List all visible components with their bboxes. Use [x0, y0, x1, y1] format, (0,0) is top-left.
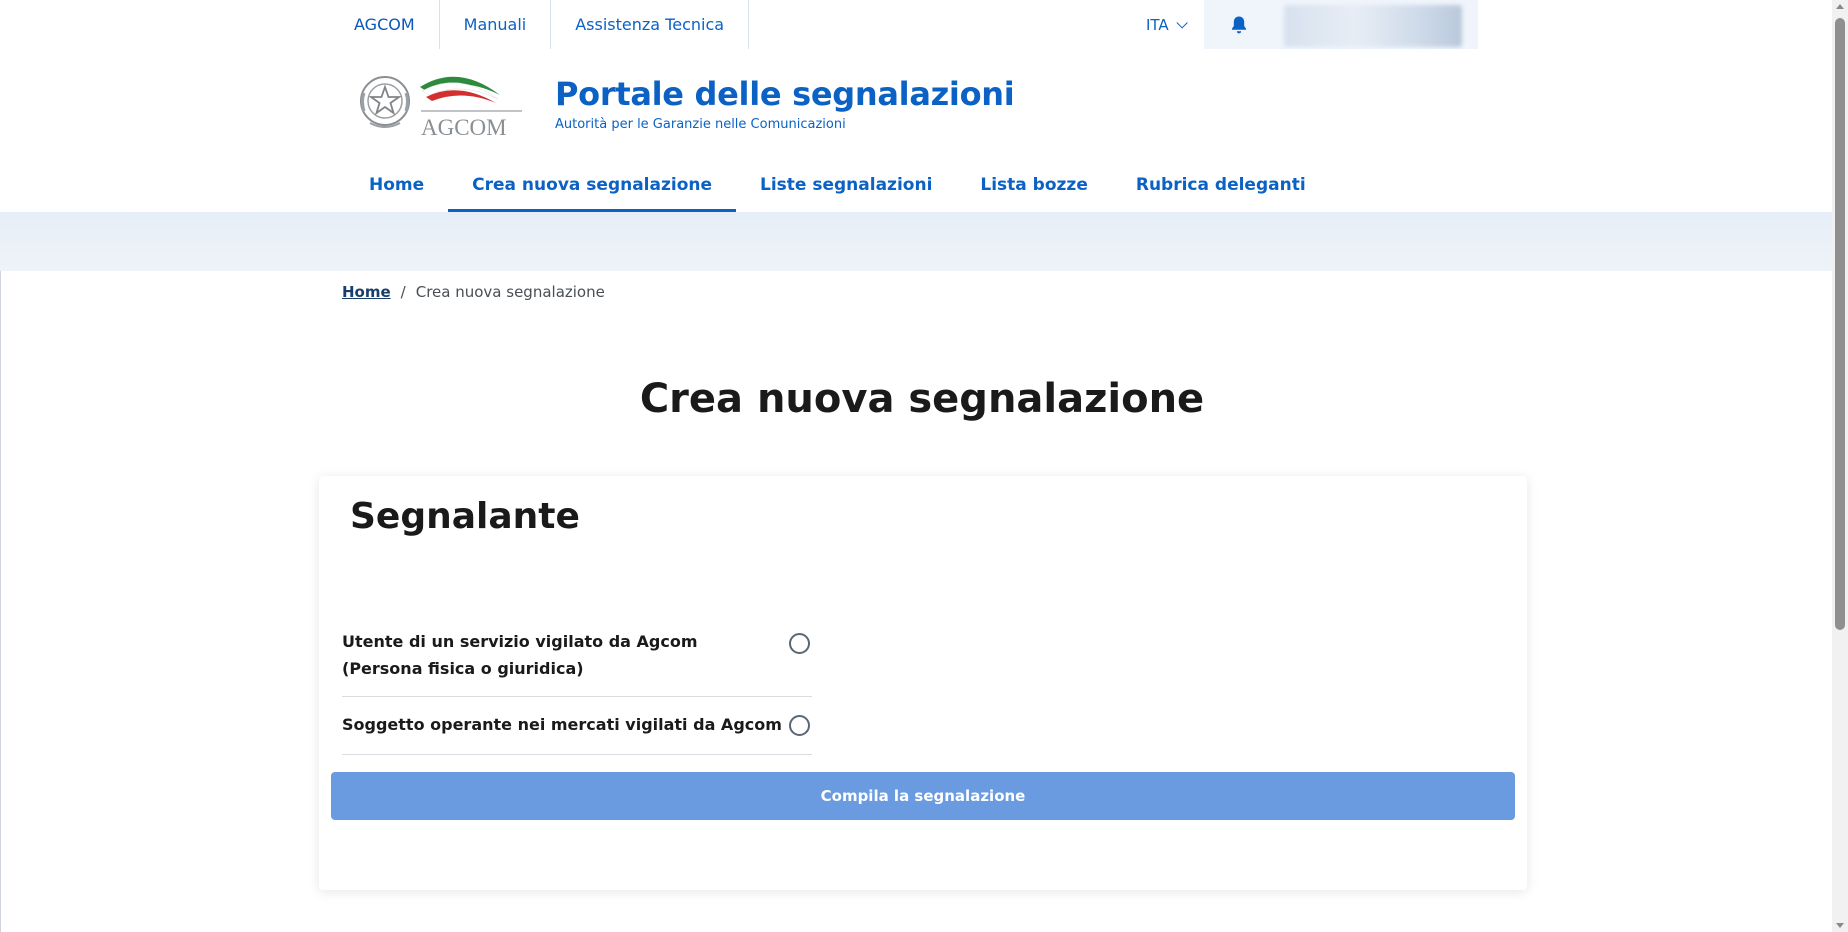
- breadcrumb: Home / Crea nuova segnalazione: [342, 283, 605, 301]
- breadcrumb-current: Crea nuova segnalazione: [415, 283, 605, 301]
- logo-wordmark: AGCOM: [421, 115, 507, 139]
- option-soggetto-operante[interactable]: Soggetto operante nei mercati vigilati d…: [342, 696, 812, 755]
- section-title: Segnalante: [350, 496, 580, 537]
- agcom-logo[interactable]: AGCOM: [358, 65, 524, 139]
- language-selector[interactable]: ITA: [1146, 0, 1188, 49]
- nav-lista-bozze[interactable]: Lista bozze: [956, 161, 1111, 212]
- user-area: [1204, 0, 1478, 49]
- radio-utente-servizio[interactable]: [789, 633, 810, 654]
- top-utility-bar: AGCOM Manuali Assistenza Tecnica ITA: [0, 0, 1832, 50]
- italian-emblem-icon: [360, 76, 410, 128]
- portal-title: Portale delle segnalazioni: [555, 75, 1015, 113]
- nav-rubrica-deleganti[interactable]: Rubrica deleganti: [1112, 161, 1330, 212]
- segnalante-card: Segnalante Utente di un servizio vigilat…: [319, 476, 1527, 890]
- compila-segnalazione-button[interactable]: Compila la segnalazione: [331, 772, 1515, 820]
- nav-crea-nuova-segnalazione[interactable]: Crea nuova segnalazione: [448, 161, 737, 212]
- language-label: ITA: [1146, 15, 1169, 34]
- breadcrumb-home-link[interactable]: Home: [342, 283, 391, 301]
- chevron-down-icon: [1176, 16, 1188, 29]
- portal-subtitle: Autorità per le Garanzie nelle Comunicaz…: [555, 117, 846, 132]
- agcom-link[interactable]: AGCOM: [330, 0, 440, 49]
- page-scrollbar[interactable]: [1832, 0, 1848, 932]
- utility-links: AGCOM Manuali Assistenza Tecnica: [330, 0, 750, 49]
- nav-liste-segnalazioni[interactable]: Liste segnalazioni: [736, 161, 956, 212]
- bell-icon[interactable]: [1230, 15, 1248, 35]
- breadcrumb-separator: /: [400, 283, 406, 301]
- page-title: Crea nuova segnalazione: [639, 376, 1205, 422]
- header-band: [0, 212, 1832, 271]
- user-menu-blurred[interactable]: [1284, 5, 1462, 47]
- assistenza-tecnica-link[interactable]: Assistenza Tecnica: [551, 0, 750, 49]
- scroll-up-arrow-icon[interactable]: [1836, 4, 1844, 9]
- nav-home[interactable]: Home: [345, 161, 448, 212]
- main-nav: Home Crea nuova segnalazione Liste segna…: [345, 161, 1330, 212]
- option-label: Utente di un servizio vigilato da Agcom …: [342, 632, 698, 678]
- site-header: AGCOM Portale delle segnalazioni Autorit…: [0, 49, 1832, 212]
- manuali-link[interactable]: Manuali: [440, 0, 552, 49]
- radio-soggetto-operante[interactable]: [789, 715, 810, 736]
- scroll-down-arrow-icon[interactable]: [1836, 923, 1844, 928]
- scroll-thumb[interactable]: [1835, 18, 1845, 630]
- option-label: Soggetto operante nei mercati vigilati d…: [342, 715, 782, 734]
- option-utente-servizio[interactable]: Utente di un servizio vigilato da Agcom …: [342, 620, 812, 697]
